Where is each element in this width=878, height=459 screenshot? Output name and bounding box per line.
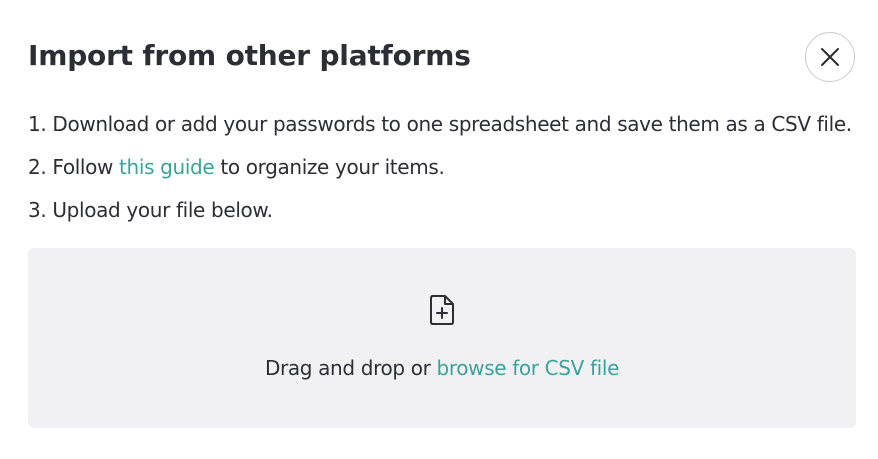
- instruction-step-1: 1. Download or add your passwords to one…: [28, 110, 852, 138]
- file-plus-icon: [430, 295, 454, 325]
- close-icon: [821, 48, 839, 66]
- browse-csv-link[interactable]: browse for CSV file: [437, 356, 620, 380]
- import-dialog: Import from other platforms 1. Download …: [0, 0, 878, 459]
- step-3-text: 3. Upload your file below.: [28, 198, 273, 222]
- guide-link[interactable]: this guide: [119, 155, 215, 179]
- step-1-text: 1. Download or add your passwords to one…: [28, 112, 852, 136]
- file-dropzone[interactable]: Drag and drop or browse for CSV file: [28, 248, 856, 428]
- close-button[interactable]: [805, 32, 855, 82]
- instructions-list: 1. Download or add your passwords to one…: [28, 110, 852, 239]
- step-2-text-before: 2. Follow: [28, 155, 120, 179]
- instruction-step-2: 2. Follow this guide to organize your it…: [28, 153, 852, 181]
- instruction-step-3: 3. Upload your file below.: [28, 196, 852, 224]
- dropzone-text: Drag and drop or: [264, 356, 437, 380]
- dropzone-instructions: Drag and drop or browse for CSV file: [28, 354, 856, 382]
- dialog-title: Import from other platforms: [28, 39, 471, 72]
- step-2-text-after: to organize your items.: [214, 155, 445, 179]
